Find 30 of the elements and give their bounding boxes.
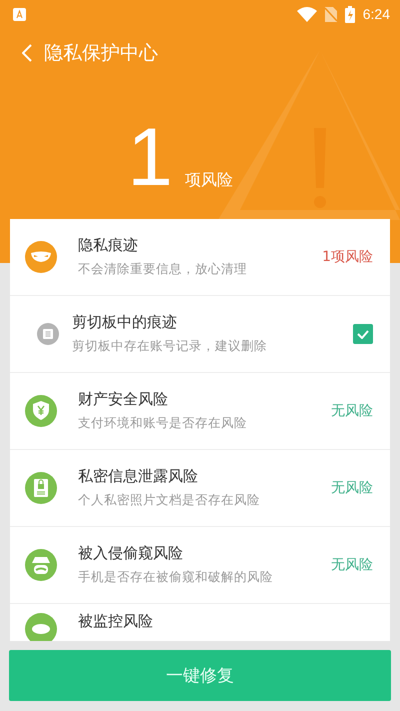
item-description: 支付环境和账号是否存在风险 bbox=[78, 415, 248, 432]
document-icon bbox=[36, 322, 60, 346]
fix-all-button[interactable]: 一键修复 bbox=[9, 650, 391, 701]
risk-count: 1 bbox=[127, 117, 173, 199]
item-description: 不会清除重要信息，放心清理 bbox=[78, 261, 248, 278]
item-title: 被监控风险 bbox=[78, 612, 153, 631]
item-title: 财产安全风险 bbox=[78, 390, 169, 409]
risk-status: 无风险 bbox=[331, 479, 373, 497]
checkbox[interactable] bbox=[353, 324, 373, 344]
risk-status: 1项风险 bbox=[322, 248, 373, 266]
risk-status: 无风险 bbox=[331, 556, 373, 574]
page-title: 隐私保护中心 bbox=[44, 41, 158, 66]
back-icon[interactable] bbox=[22, 44, 32, 62]
item-title: 剪切板中的痕迹 bbox=[72, 313, 178, 332]
item-title: 被入侵偷窥风险 bbox=[78, 544, 184, 563]
shield-icon bbox=[24, 394, 58, 428]
clock-time: 6:24 bbox=[362, 6, 390, 22]
wifi-icon bbox=[296, 6, 317, 22]
item-description: 个人私密照片文档是否存在风险 bbox=[78, 492, 261, 509]
spy-icon bbox=[24, 548, 58, 582]
risk-status: 无风险 bbox=[331, 402, 373, 420]
locked-document-icon bbox=[24, 471, 58, 505]
risk-unit: 项风险 bbox=[184, 170, 233, 191]
item-description: 剪切板中存在账号记录，建议删除 bbox=[72, 338, 268, 355]
item-description: 手机是否存在被偷窥和破解的风险 bbox=[78, 569, 274, 586]
check-icon bbox=[357, 330, 369, 338]
item-title: 隐私痕迹 bbox=[78, 236, 139, 255]
item-title: 私密信息泄露风险 bbox=[78, 467, 199, 486]
mask-icon bbox=[24, 240, 58, 274]
app-notification-icon bbox=[13, 8, 26, 20]
